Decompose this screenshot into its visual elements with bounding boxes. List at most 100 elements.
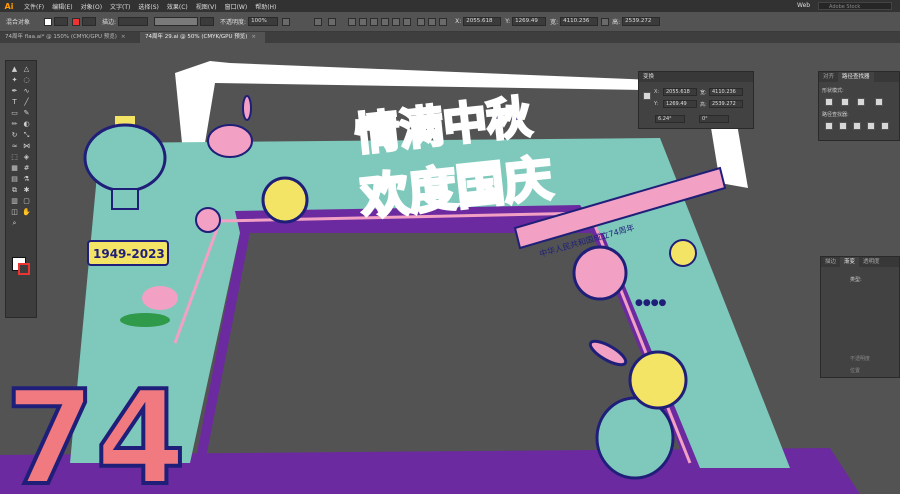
transform-h-input[interactable]: 2539.272	[709, 100, 743, 108]
menu-select[interactable]: 选择(S)	[138, 2, 159, 11]
unite-icon[interactable]	[825, 98, 833, 106]
tab-align[interactable]: 对齐	[819, 72, 838, 82]
menu-type[interactable]: 文字(T)	[110, 2, 130, 11]
stroke-label: 描边:	[102, 19, 117, 26]
tab-close-icon[interactable]: ×	[121, 34, 126, 40]
align-left-icon[interactable]	[348, 17, 357, 26]
exclude-icon[interactable]	[875, 98, 883, 106]
lotus-leaf	[120, 313, 170, 327]
graph-icon[interactable]: ▥	[10, 197, 19, 206]
align-top-icon[interactable]	[381, 17, 390, 26]
trim-icon[interactable]	[839, 122, 847, 130]
y-label: Y:	[505, 18, 511, 25]
tab-gradient[interactable]: 渐变	[840, 257, 860, 267]
fill-swatch[interactable]	[44, 17, 53, 26]
slice-icon[interactable]: ◫	[10, 208, 19, 217]
eraser-icon[interactable]: ◐	[22, 120, 31, 129]
distribute-h-icon[interactable]	[428, 17, 437, 26]
recolor-icon[interactable]	[314, 17, 323, 26]
variable-width-profile[interactable]	[154, 17, 199, 26]
workspace-switcher[interactable]: Web	[797, 2, 810, 9]
style-swatch[interactable]	[282, 17, 291, 26]
align-bottom-icon[interactable]	[403, 17, 412, 26]
zoom-icon[interactable]: ⌕	[10, 219, 19, 228]
pen-icon[interactable]: ✒	[10, 87, 19, 96]
menu-help[interactable]: 帮助(H)	[255, 2, 276, 11]
blend-icon[interactable]: ⧉	[10, 186, 19, 195]
tab-close-icon[interactable]: ×	[251, 34, 256, 40]
stock-search-input[interactable]: Adobe Stock	[818, 2, 892, 10]
tab-transparency[interactable]: 透明度	[859, 257, 884, 267]
menu-window[interactable]: 窗口(W)	[225, 2, 248, 11]
tab-pathfinder[interactable]: 路径查找器	[838, 72, 874, 82]
rotate-icon[interactable]: ↻	[10, 131, 19, 140]
stroke-dropdown[interactable]	[82, 17, 97, 26]
width-icon[interactable]: ⋈	[22, 142, 31, 151]
opacity-input[interactable]: 100%	[248, 17, 279, 26]
rectangle-icon[interactable]: ▭	[10, 109, 19, 118]
menu-effect[interactable]: 效果(C)	[167, 2, 188, 11]
merge-icon[interactable]	[853, 122, 861, 130]
rotate-angle-input[interactable]: 6.24°	[655, 115, 685, 123]
hand-icon[interactable]: ✋	[22, 208, 31, 217]
selection-type-label: 混合对象	[6, 19, 31, 26]
pencil-icon[interactable]: ✏	[10, 120, 19, 129]
x-input[interactable]: 2055.618	[463, 17, 502, 26]
mesh-icon[interactable]: #	[22, 164, 31, 173]
menu-file[interactable]: 文件(F)	[24, 2, 44, 11]
selection-icon[interactable]: ▲	[10, 65, 19, 74]
type-icon[interactable]: T	[10, 98, 19, 107]
lantern-base	[111, 188, 139, 210]
eyedropper-icon[interactable]: ⚗	[22, 175, 31, 184]
menu-edit[interactable]: 编辑(E)	[52, 2, 72, 11]
stroke-weight-input[interactable]	[118, 17, 149, 26]
height-input[interactable]: 2539.272	[622, 17, 661, 26]
brush-icon[interactable]: ✎	[22, 109, 31, 118]
align-right-icon[interactable]	[370, 17, 379, 26]
stroke-swatch[interactable]	[72, 17, 81, 26]
curvature-icon[interactable]: ∿	[22, 87, 31, 96]
symbol-icon[interactable]: ✱	[22, 186, 31, 195]
flower-ornament	[195, 207, 221, 233]
magic-wand-icon[interactable]: ✦	[10, 76, 19, 85]
perspective-icon[interactable]: ▦	[10, 164, 19, 173]
menu-object[interactable]: 对象(O)	[81, 2, 102, 11]
brush-definition[interactable]	[200, 17, 215, 26]
artboard-icon[interactable]: ▢	[22, 197, 31, 206]
artboard-canvas[interactable]: 情满中秋 欢度国庆 1949-2023 74 中华人民共和国成立74周年 ●●●…	[0, 43, 900, 494]
gradient-icon[interactable]: ▤	[10, 175, 19, 184]
transform-x-input[interactable]: 2055.618	[663, 88, 697, 96]
warp-icon[interactable]: ≈	[10, 142, 19, 151]
link-proportions-icon[interactable]	[601, 17, 610, 26]
menu-view[interactable]: 视图(V)	[196, 2, 217, 11]
direct-selection-icon[interactable]: △	[22, 65, 31, 74]
align-middle-icon[interactable]	[392, 17, 401, 26]
shape-builder-icon[interactable]: ◈	[22, 153, 31, 162]
tab-stroke[interactable]: 描边	[821, 257, 840, 267]
divide-icon[interactable]	[825, 122, 833, 130]
anniversary-number[interactable]: 74	[3, 360, 188, 494]
intersect-icon[interactable]	[857, 98, 865, 106]
reference-point-icon[interactable]	[643, 92, 651, 100]
outline-icon[interactable]	[881, 122, 889, 130]
stroke-color-swatch[interactable]	[18, 263, 30, 275]
global-edit-icon[interactable]	[328, 17, 337, 26]
align-center-icon[interactable]	[359, 17, 368, 26]
distribute-icon[interactable]	[417, 17, 426, 26]
line-icon[interactable]: ╱	[22, 98, 31, 107]
transform-y-input[interactable]: 1269.49	[663, 100, 697, 108]
tab-document-2[interactable]: 74周年 29.ai @ 50% (CMYK/GPU 预览) ×	[140, 32, 265, 43]
free-transform-icon[interactable]: ⬚	[10, 153, 19, 162]
tab-document-1[interactable]: 74周年 flaa.ai* @ 150% (CMYK/GPU 预览) ×	[0, 32, 140, 43]
fill-dropdown[interactable]	[54, 17, 69, 26]
shear-angle-input[interactable]: 0°	[699, 115, 729, 123]
crop-icon[interactable]	[867, 122, 875, 130]
scale-icon[interactable]: ⤡	[22, 131, 31, 140]
width-label: 宽:	[550, 19, 559, 26]
y-input[interactable]: 1269.49	[512, 17, 547, 26]
transform-w-input[interactable]: 4110.236	[709, 88, 743, 96]
width-input[interactable]: 4110.236	[560, 17, 599, 26]
minus-front-icon[interactable]	[841, 98, 849, 106]
lasso-icon[interactable]: ◌	[22, 76, 31, 85]
distribute-v-icon[interactable]	[439, 17, 448, 26]
